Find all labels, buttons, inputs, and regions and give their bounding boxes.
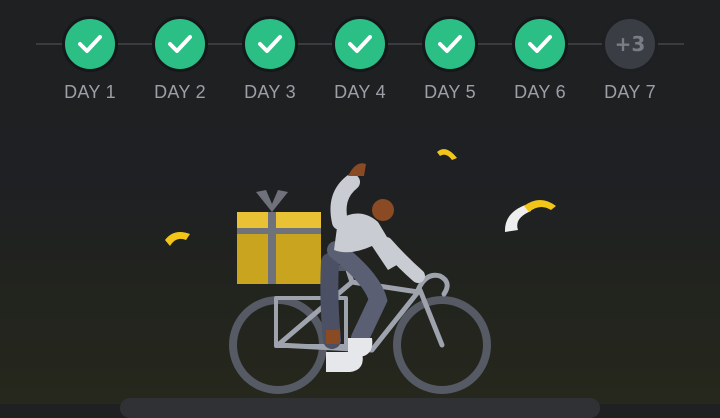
rider-sock [326, 330, 340, 344]
rider-head [372, 199, 394, 221]
bottom-panel [120, 398, 600, 418]
cyclist-illustration [165, 149, 556, 394]
confetti-piece [524, 200, 556, 212]
rider-shoe [348, 338, 373, 356]
confetti-piece [437, 149, 457, 160]
rider-front-leg [327, 241, 388, 347]
rider-back-leg [320, 253, 341, 349]
rider-hand [348, 163, 366, 176]
gift-box-icon [237, 190, 321, 284]
confetti-piece [165, 232, 190, 246]
